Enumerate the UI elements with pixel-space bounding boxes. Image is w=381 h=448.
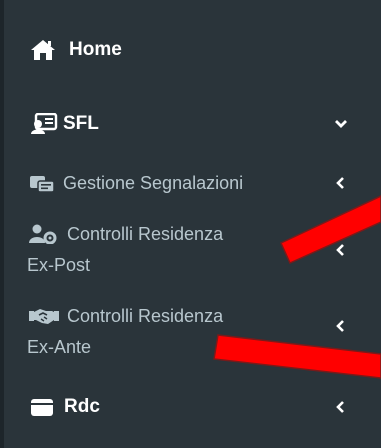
sidebar-subitem-label: Controlli Residenza [67, 223, 224, 244]
reports-icon [29, 173, 55, 193]
user-gear-icon [27, 224, 61, 244]
sidebar-item-sfl[interactable]: SFL [4, 106, 381, 142]
chevron-left-icon[interactable] [335, 401, 347, 413]
sidebar-subitem-label-line2: Ex-Ante [27, 337, 92, 357]
chevron-left-icon[interactable] [335, 320, 347, 332]
sidebar-subitem-label: Gestione Segnalazioni [63, 172, 244, 193]
id-card-icon [29, 113, 59, 135]
wallet-icon [29, 397, 55, 417]
sidebar-subitem-controlli-residenza-ex-post[interactable]: Controlli Residenza Ex-Post [4, 218, 381, 282]
chevron-down-icon[interactable] [335, 118, 347, 130]
sidebar-item-label: Home [69, 39, 122, 60]
handshake-icon [27, 306, 61, 326]
sidebar-subitem-gestione-segnalazioni[interactable]: Gestione Segnalazioni [4, 166, 381, 200]
sidebar-item-label: Rdc [64, 396, 100, 417]
sidebar-item-home[interactable]: Home [4, 32, 381, 68]
sidebar-subitem-controlli-residenza-ex-ante[interactable]: Controlli Residenza Ex-Ante [4, 300, 381, 364]
home-icon [29, 39, 57, 61]
sidebar-menu: Home SFL Gestione Segnalazioni Controlli… [0, 0, 381, 448]
chevron-left-icon[interactable] [335, 244, 347, 256]
chevron-left-icon[interactable] [335, 177, 347, 189]
sidebar-subitem-label-line2: Ex-Post [27, 255, 91, 275]
sidebar-subitem-label: Controlli Residenza [67, 305, 224, 326]
sidebar-item-label: SFL [63, 113, 99, 134]
sidebar-item-rdc[interactable]: Rdc [4, 390, 381, 424]
